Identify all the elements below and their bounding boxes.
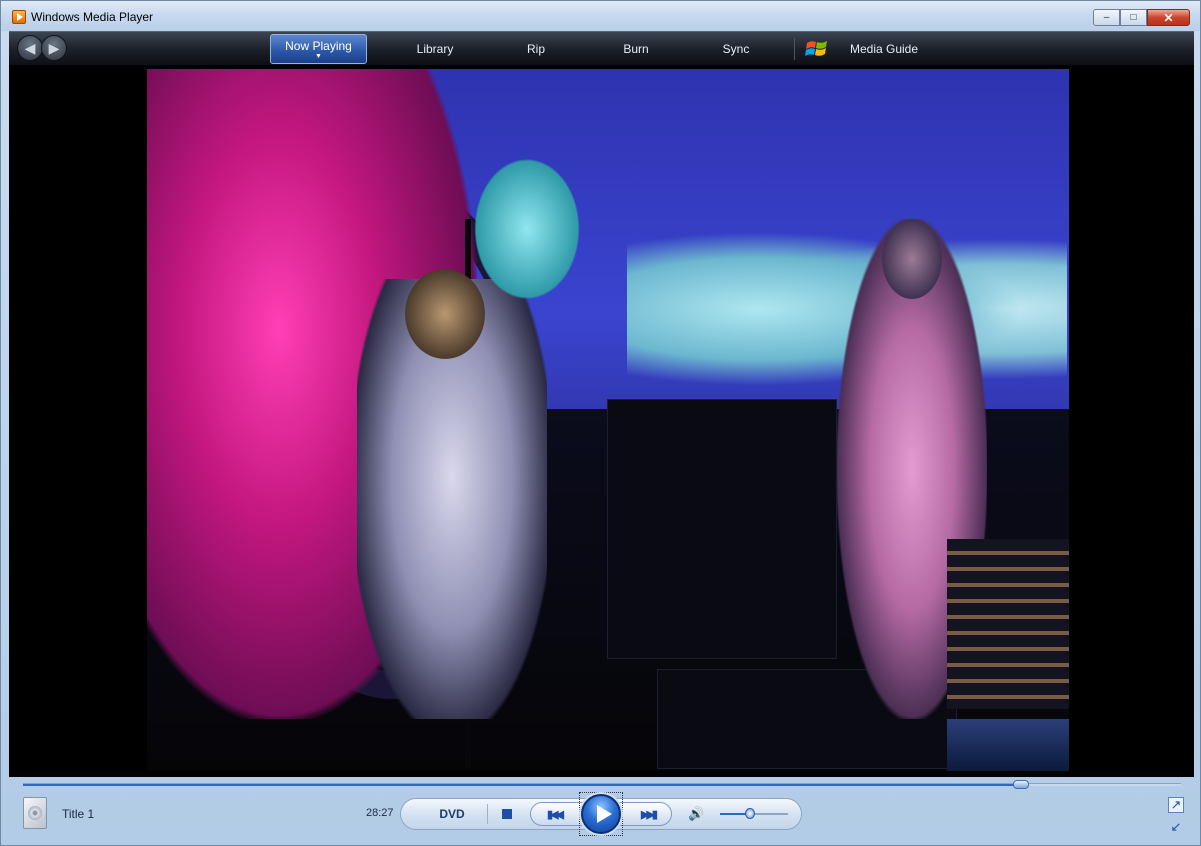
window-title: Windows Media Player [31,10,154,24]
video-display[interactable] [9,65,1194,777]
arrow-right-icon[interactable]: ▶ [41,35,67,61]
nav-divider [794,38,795,60]
tab-rip[interactable]: Rip [506,34,566,64]
tab-label: Rip [526,42,545,56]
media-player-app-icon[interactable] [12,10,26,24]
navigation-bar: ◀ ▶ Now Playing ▼ Library Rip Burn Sync … [9,31,1194,65]
play-button[interactable] [581,794,621,834]
seek-progress [23,784,1022,786]
video-frame[interactable] [147,69,1069,771]
media-title: Title 1 [62,807,95,821]
minimize-button[interactable]: – [1093,9,1120,26]
switch-to-skin-icon[interactable]: ↗ [1168,797,1184,813]
stage-sign [947,719,1069,771]
tab-sync[interactable]: Sync [706,34,766,64]
media-player-window: Windows Media Player – □ ✕ ◀ ▶ Now Playi… [0,0,1201,846]
speaker-cabinet [607,399,837,659]
volume-handle[interactable] [744,808,755,819]
maximize-button[interactable]: □ [1120,9,1147,26]
windows-logo-icon [805,41,827,56]
performer-head [405,269,485,359]
tab-label: Library [416,42,454,56]
tab-media-guide[interactable]: Media Guide [839,34,929,64]
seek-bar[interactable] [23,780,1181,789]
arrow-left-icon[interactable]: ◀ [17,35,43,61]
tab-burn[interactable]: Burn [606,34,666,64]
mannequin-head [882,219,942,299]
window-controls: – □ ✕ [1093,9,1190,26]
previous-button[interactable]: ▮◀◀ [539,804,569,824]
exit-full-mode-icon[interactable]: ↙ [1168,819,1184,835]
volume-slider[interactable] [720,808,788,819]
dvd-disc-icon [23,797,47,829]
elapsed-time[interactable]: 28:27 [366,807,394,819]
tab-now-playing[interactable]: Now Playing ▼ [270,34,367,64]
speaker-volume-icon[interactable]: 🔊 [688,806,704,822]
tab-label: Sync [722,42,750,56]
stop-button[interactable] [501,808,513,820]
tab-label: Now Playing [285,38,352,53]
tab-label: Media Guide [849,42,919,56]
controls-divider [487,804,488,824]
chevron-down-icon: ▼ [315,52,322,60]
history-buttons: ◀ ▶ [17,35,67,61]
next-button[interactable]: ▶▶▮ [633,804,663,824]
equipment-rack [947,539,1069,709]
seek-handle[interactable] [1013,780,1030,789]
dvd-menu-button[interactable]: DVD [424,805,480,823]
tab-label: Burn [623,42,649,56]
title-bar[interactable]: Windows Media Player – □ ✕ [1,1,1200,31]
close-button[interactable]: ✕ [1147,9,1190,26]
tab-library[interactable]: Library [395,34,475,64]
